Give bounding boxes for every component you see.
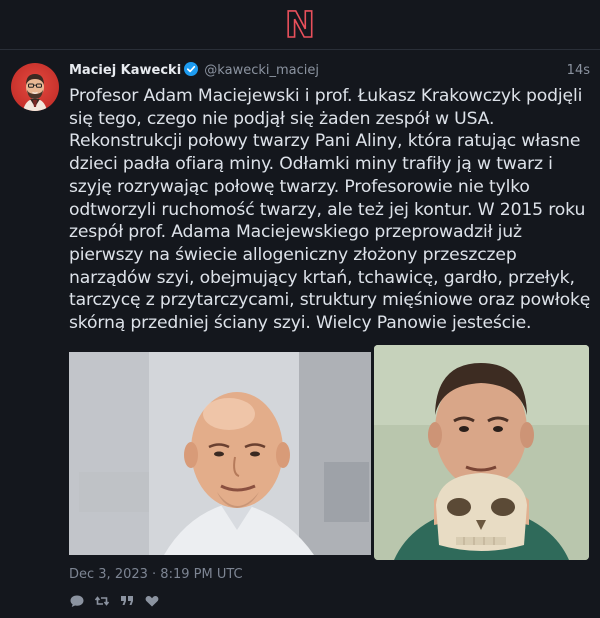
avatar-illustration [23,74,47,111]
tweet-media [69,345,589,560]
quote-button[interactable] [119,593,135,609]
retweet-icon [94,596,110,606]
author-handle[interactable]: @kawecki_maciej [204,63,319,78]
top-bar: N [0,0,600,50]
tweet-text: Profesor Adam Maciejewski i prof. Łukasz… [69,86,591,334]
tweet-time-ago[interactable]: 14s [567,62,590,80]
tweet-header: Maciej Kawecki @kawecki_maciej 14s [69,62,590,80]
speech-bubble-icon [70,595,84,607]
tweet-timestamp[interactable]: Dec 3, 2023 · 8:19 PM UTC [69,567,243,583]
avatar[interactable] [11,63,59,111]
quote-icon [121,596,133,605]
photo-bald-man[interactable] [69,352,371,555]
app-logo[interactable]: N [284,6,316,44]
photo-man-with-skull-model[interactable] [374,345,589,560]
heart-icon [145,595,159,607]
author-name[interactable]: Maciej Kawecki [69,63,181,78]
tweet-actions [69,593,169,609]
verified-badge-icon [184,62,199,76]
retweet-button[interactable] [94,593,110,609]
like-button[interactable] [144,593,160,609]
reply-button[interactable] [69,593,85,609]
